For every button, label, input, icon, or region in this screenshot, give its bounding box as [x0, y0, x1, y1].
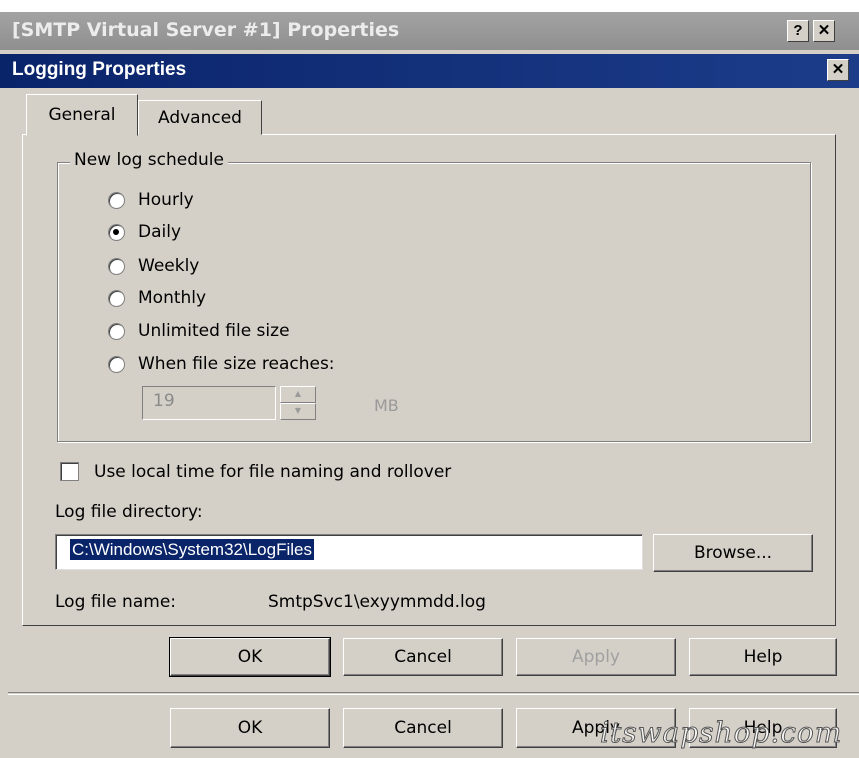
- log-name-value: SmtpSvc1\exyymmdd.log: [268, 592, 486, 612]
- radio-file-size[interactable]: When file size reaches:: [108, 351, 335, 377]
- dialog-apply-button[interactable]: Apply: [516, 638, 676, 676]
- radio-daily-button[interactable]: [108, 223, 125, 241]
- radio-hourly-label: Hourly: [138, 190, 194, 210]
- radio-monthly-label: Monthly: [138, 288, 207, 308]
- parent-separator: [8, 692, 859, 695]
- radio-file-size-label: When file size reaches:: [138, 354, 335, 374]
- watermark: itswapshop.com: [599, 716, 843, 750]
- radio-file-size-button[interactable]: [108, 355, 125, 373]
- radio-monthly-button[interactable]: [108, 289, 125, 307]
- parent-cancel-button[interactable]: Cancel: [343, 708, 503, 748]
- parent-ok-button[interactable]: OK: [170, 708, 330, 748]
- tab-advanced[interactable]: Advanced: [138, 100, 262, 135]
- radio-unlimited-button[interactable]: [108, 322, 125, 340]
- radio-weekly[interactable]: Weekly: [108, 253, 199, 279]
- log-dir-label: Log file directory:: [55, 502, 203, 522]
- parent-window-title: [SMTP Virtual Server #1] Properties: [12, 19, 400, 41]
- radio-daily[interactable]: Daily: [108, 219, 181, 245]
- help-icon[interactable]: ?: [787, 20, 809, 42]
- radio-unlimited[interactable]: Unlimited file size: [108, 318, 290, 344]
- spin-up-icon[interactable]: ▲: [280, 386, 316, 403]
- file-size-input[interactable]: 19: [142, 386, 276, 420]
- radio-hourly[interactable]: Hourly: [108, 187, 194, 213]
- radio-daily-label: Daily: [138, 222, 182, 242]
- file-size-spinner[interactable]: ▲ ▼: [280, 386, 316, 420]
- dialog-ok-button[interactable]: OK: [169, 637, 331, 677]
- file-size-unit: MB: [374, 396, 399, 415]
- log-schedule-legend: New log schedule: [70, 150, 228, 170]
- log-dir-value: C:\Windows\System32\LogFiles: [70, 539, 314, 560]
- local-time-checkbox[interactable]: [60, 462, 79, 481]
- browse-button[interactable]: Browse...: [653, 534, 813, 572]
- radio-weekly-button[interactable]: [108, 257, 125, 275]
- local-time-label: Use local time for file naming and rollo…: [94, 462, 452, 482]
- radio-hourly-button[interactable]: [108, 191, 125, 209]
- dialog-title: Logging Properties: [12, 59, 187, 80]
- radio-monthly[interactable]: Monthly: [108, 285, 206, 311]
- dialog-help-button[interactable]: Help: [689, 638, 837, 676]
- spin-down-icon[interactable]: ▼: [280, 403, 316, 420]
- log-dir-input[interactable]: C:\Windows\System32\LogFiles: [55, 534, 643, 570]
- dialog-cancel-button[interactable]: Cancel: [343, 638, 503, 676]
- radio-unlimited-label: Unlimited file size: [138, 321, 290, 341]
- close-icon[interactable]: ✕: [813, 20, 835, 42]
- log-name-label: Log file name:: [55, 592, 177, 612]
- dialog-close-icon[interactable]: ✕: [827, 59, 849, 81]
- radio-weekly-label: Weekly: [138, 256, 200, 276]
- tab-general[interactable]: General: [26, 94, 138, 136]
